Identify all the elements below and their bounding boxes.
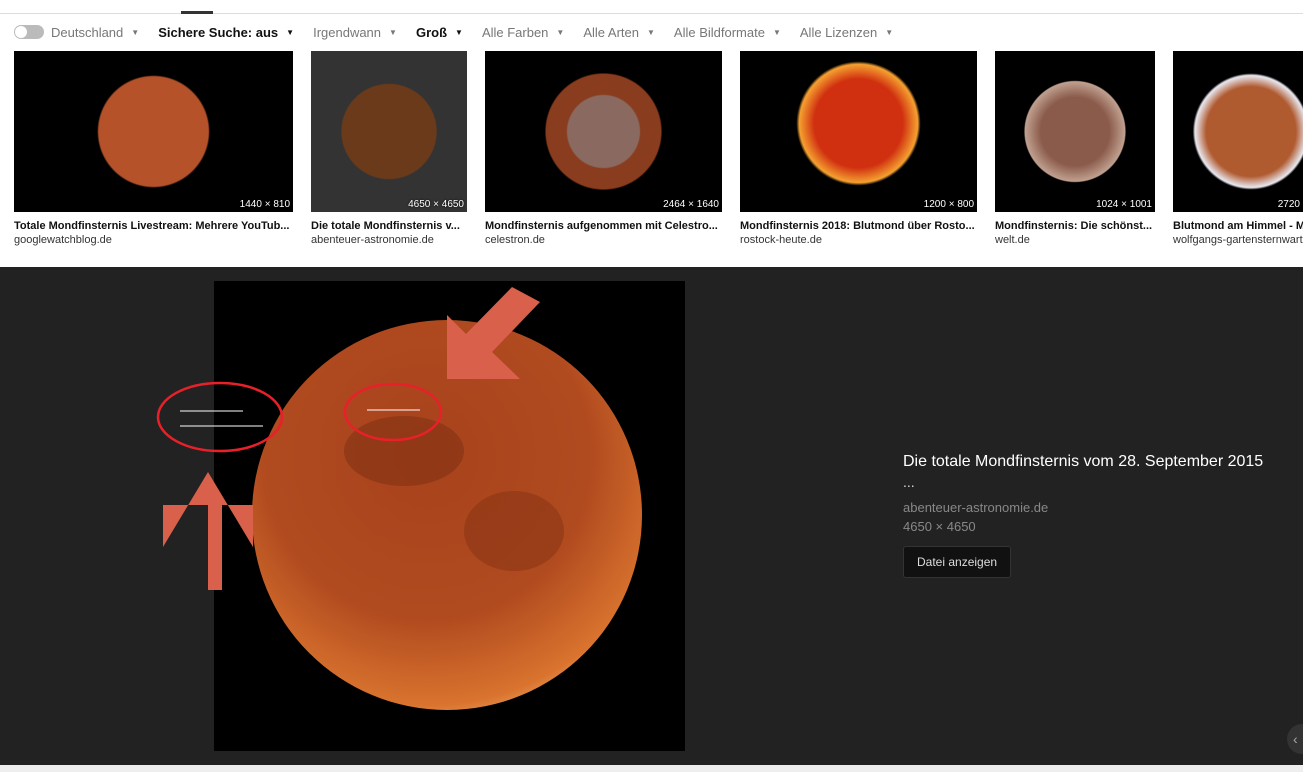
thumbnail-dimensions: 1200 × 800: [923, 199, 974, 210]
result-source[interactable]: wolfgangs-gartensternwart: [1173, 234, 1303, 246]
result-caption: Blutmond am Himmel - Mwolfgangs-gartenst…: [1173, 220, 1303, 246]
result-source[interactable]: googlewatchblog.de: [14, 234, 293, 246]
caret-down-icon: ▼: [286, 27, 295, 37]
caret-down-icon: ▼: [389, 27, 397, 37]
caret-down-icon: ▼: [772, 27, 781, 37]
filter-label: Alle Arten: [583, 24, 639, 40]
top-bar: [0, 0, 1303, 14]
thumbnail-dimensions: 1024 × 1001: [1096, 199, 1152, 210]
filter-dropdown[interactable]: Alle Farben ▼: [482, 25, 564, 40]
image-info: Die totale Mondfinsternis vom 28. Septem…: [903, 452, 1293, 578]
filter-dropdown[interactable]: Irgendwann ▼: [313, 25, 397, 40]
filter-dropdown[interactable]: Alle Lizenzen ▼: [800, 25, 893, 40]
thumbnail-dimensions: 2464 × 1640: [663, 199, 719, 210]
filter-label: Sichere Suche: aus: [158, 24, 279, 40]
filter-label: Irgendwann: [313, 24, 382, 40]
result-title[interactable]: Mondfinsternis 2018: Blutmond über Rosto…: [740, 220, 977, 234]
filter-bar: Deutschland ▼ Sichere Suche: aus ▼ Irgendwan…: [14, 22, 912, 42]
view-file-button[interactable]: Datei anzeigen: [903, 546, 1012, 578]
title-ellipsis: ...: [903, 474, 915, 490]
image-dimensions: 4650 × 4650: [903, 519, 976, 534]
filter-dropdown[interactable]: Alle Bildformate ▼: [674, 25, 781, 40]
caret-down-icon: ▼: [455, 27, 463, 37]
result-title[interactable]: Die totale Mondfinsternis v...: [311, 220, 467, 234]
result-thumbnail[interactable]: 2720: [1173, 51, 1303, 212]
result-thumbnail[interactable]: 1200 × 800: [740, 51, 977, 212]
result-thumbnail[interactable]: 2464 × 1640: [485, 51, 722, 212]
result-thumbnail[interactable]: 4650 × 4650: [311, 51, 467, 212]
filter-dropdown[interactable]: Deutschland ▼: [51, 25, 139, 40]
caret-down-icon: ▼: [885, 27, 894, 37]
annotation-overlay: [156, 287, 540, 590]
filter-label: Alle Bildformate: [673, 24, 765, 40]
result-source[interactable]: rostock-heute.de: [740, 234, 977, 246]
bottom-strip: [0, 765, 1303, 772]
filter-dropdown[interactable]: Sichere Suche: aus ▼: [158, 25, 294, 40]
result-source[interactable]: abenteuer-astronomie.de: [311, 234, 467, 246]
result-thumbnail[interactable]: 1024 × 1001: [995, 51, 1155, 212]
result-title[interactable]: Totale Mondfinsternis Livestream: Mehrer…: [14, 220, 293, 234]
image-source[interactable]: abenteuer-astronomie.de: [903, 500, 1293, 515]
filter-label: Deutschland: [51, 24, 124, 40]
result-caption: Mondfinsternis aufgenommen mit Celestro.…: [485, 220, 722, 246]
result-title[interactable]: Mondfinsternis: Die schönst...: [995, 220, 1155, 234]
result-caption: Mondfinsternis 2018: Blutmond über Rosto…: [740, 220, 977, 246]
filter-dropdown[interactable]: Groß ▼: [416, 25, 463, 40]
thumbnail-dimensions: 2720: [1277, 199, 1300, 210]
arrow-up-annotation: [163, 472, 253, 590]
caret-down-icon: ▼: [131, 27, 140, 37]
filter-label: Alle Lizenzen: [799, 24, 878, 40]
active-tab-indicator: [181, 11, 213, 14]
result-title[interactable]: Blutmond am Himmel - M: [1173, 220, 1303, 234]
result-caption: Die totale Mondfinsternis v... abenteuer-…: [311, 220, 467, 246]
result-caption: Totale Mondfinsternis Livestream: Mehrer…: [14, 220, 293, 246]
result-thumbnail[interactable]: 1440 × 810: [14, 51, 293, 212]
filter-label: Groß: [415, 24, 448, 40]
result-title[interactable]: Mondfinsternis aufgenommen mit Celestro.…: [485, 220, 722, 234]
result-source[interactable]: welt.de: [995, 234, 1155, 246]
circle-annotation-left: [156, 381, 284, 453]
thumbnail-dimensions: 1440 × 810: [239, 199, 290, 210]
thumbnail-dimensions: 4650 × 4650: [408, 199, 464, 210]
caret-down-icon: ▼: [556, 27, 565, 37]
caret-down-icon: ▼: [647, 27, 655, 37]
result-caption: Mondfinsternis: Die schönst... welt.de: [995, 220, 1155, 246]
filter-label: Alle Farben: [481, 24, 549, 40]
image-title[interactable]: Die totale Mondfinsternis vom 28. Septem…: [903, 452, 1293, 472]
region-toggle[interactable]: [14, 25, 44, 39]
result-source[interactable]: celestron.de: [485, 234, 722, 246]
circle-annotation-center: [343, 382, 443, 442]
arrow-down-left-annotation: [447, 287, 540, 379]
filter-dropdown[interactable]: Alle Arten ▼: [583, 25, 655, 40]
